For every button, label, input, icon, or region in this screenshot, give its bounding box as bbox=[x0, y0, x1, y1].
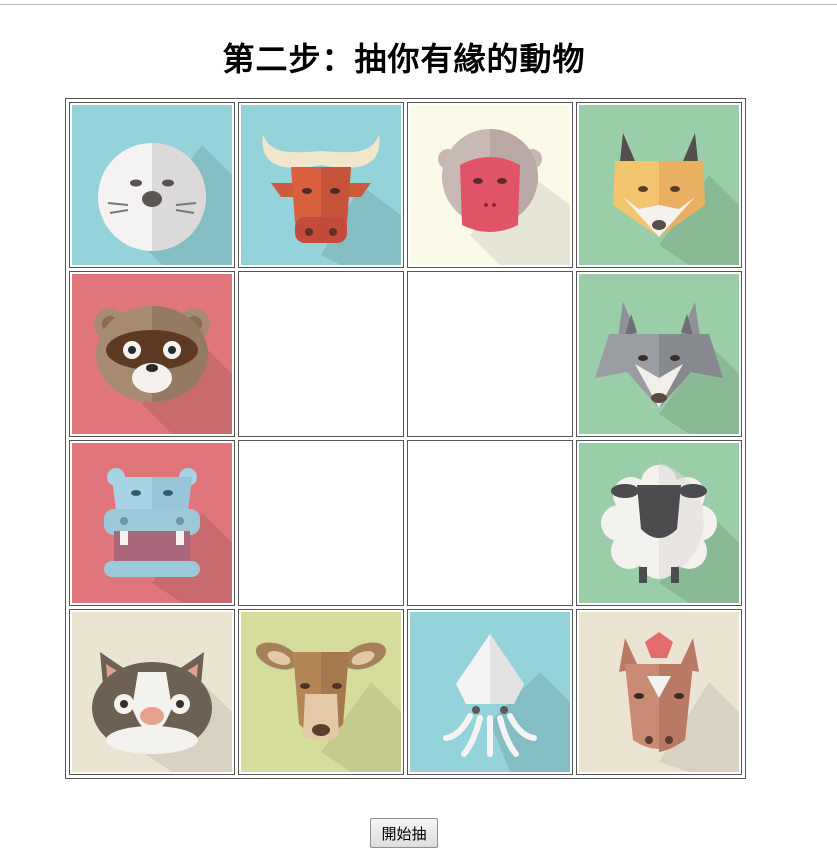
grid-cell bbox=[407, 440, 573, 606]
grid-cell bbox=[69, 271, 235, 437]
deer-icon bbox=[241, 612, 401, 772]
grid-cell bbox=[238, 609, 404, 775]
fox-icon bbox=[579, 105, 739, 265]
cat-icon bbox=[72, 612, 232, 772]
hippo-icon bbox=[72, 443, 232, 603]
page-title: 第二步：抽你有緣的動物 bbox=[222, 40, 586, 78]
grid-row bbox=[69, 271, 742, 437]
top-divider bbox=[0, 4, 837, 5]
grid-cell bbox=[69, 102, 235, 268]
empty-slot bbox=[241, 274, 401, 434]
grid-cell bbox=[238, 102, 404, 268]
grid-row bbox=[69, 102, 742, 268]
empty-slot bbox=[410, 274, 570, 434]
squid-icon bbox=[410, 612, 570, 772]
wolf-icon bbox=[579, 274, 739, 434]
grid-cell bbox=[576, 102, 742, 268]
grid-cell bbox=[407, 102, 573, 268]
grid-cell bbox=[576, 440, 742, 606]
grid-cell bbox=[238, 440, 404, 606]
empty-slot bbox=[241, 443, 401, 603]
empty-slot bbox=[410, 443, 570, 603]
grid-row bbox=[69, 609, 742, 775]
grid-cell bbox=[576, 609, 742, 775]
grid-cell bbox=[69, 609, 235, 775]
grid-cell bbox=[407, 271, 573, 437]
seal-icon bbox=[72, 105, 232, 265]
grid-cell bbox=[407, 609, 573, 775]
raccoon-dog-icon bbox=[72, 274, 232, 434]
horse-icon bbox=[579, 612, 739, 772]
sheep-icon bbox=[579, 443, 739, 603]
start-draw-button[interactable]: 開始抽 bbox=[370, 818, 438, 848]
monkey-icon bbox=[410, 105, 570, 265]
grid-row bbox=[69, 440, 742, 606]
grid-cell bbox=[238, 271, 404, 437]
ox-icon bbox=[241, 105, 401, 265]
grid-cell bbox=[69, 440, 235, 606]
animal-grid bbox=[65, 98, 746, 779]
grid-cell bbox=[576, 271, 742, 437]
